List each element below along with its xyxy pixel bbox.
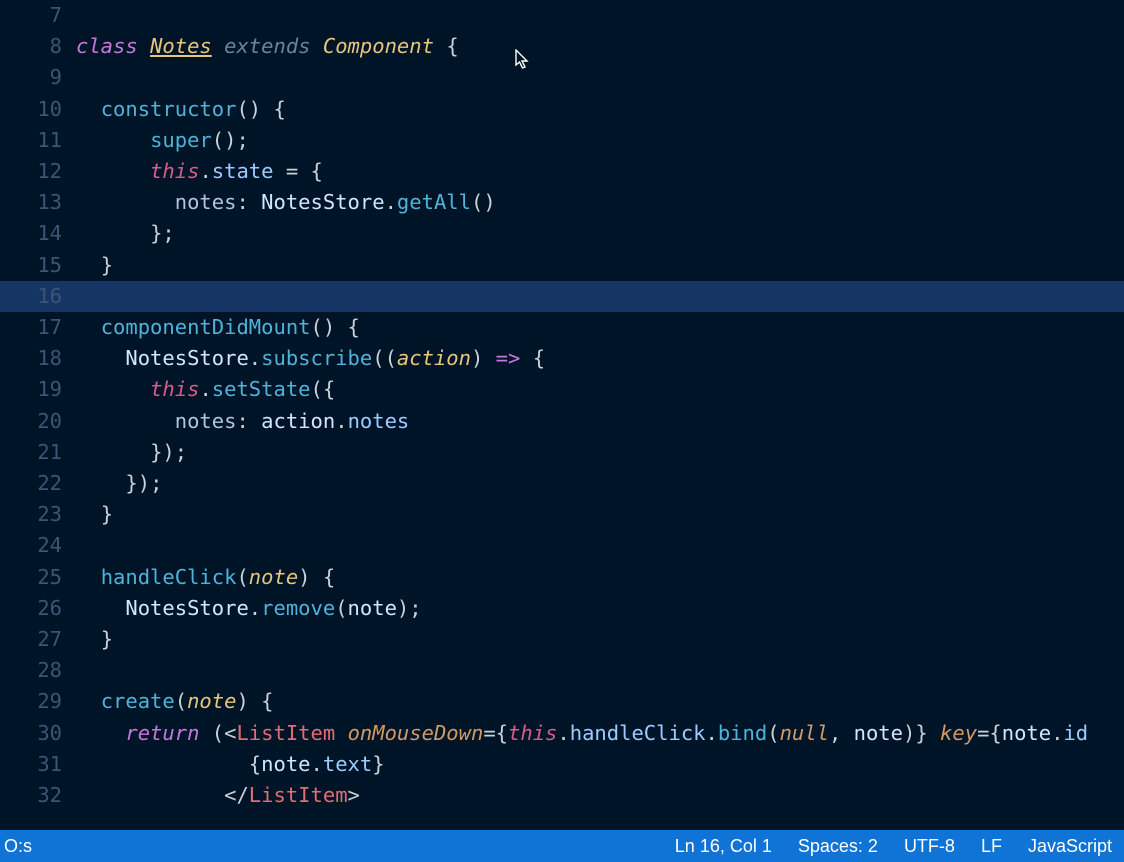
code-content[interactable]: } [76,499,1124,530]
code-content[interactable]: </ListItem> [76,780,1124,811]
code-line[interactable]: 21 }); [0,437,1124,468]
code-content[interactable]: this.setState({ [76,374,1124,405]
code-line[interactable]: 30 return (<ListItem onMouseDown={this.h… [0,718,1124,749]
line-number: 28 [0,655,76,686]
line-number: 11 [0,125,76,156]
line-number: 21 [0,437,76,468]
code-line[interactable]: 11 super(); [0,125,1124,156]
line-number: 19 [0,374,76,405]
line-number: 18 [0,343,76,374]
line-number: 17 [0,312,76,343]
status-left-indicator[interactable]: O:s [4,836,32,856]
code-line[interactable]: 27 } [0,624,1124,655]
code-line[interactable]: 10 constructor() { [0,94,1124,125]
status-indent[interactable]: Spaces: 2 [798,836,878,857]
line-number: 10 [0,94,76,125]
code-content[interactable]: NotesStore.remove(note); [76,593,1124,624]
code-content[interactable]: }); [76,468,1124,499]
code-content[interactable]: NotesStore.subscribe((action) => { [76,343,1124,374]
code-line[interactable]: 32 </ListItem> [0,780,1124,811]
code-line[interactable]: 25 handleClick(note) { [0,562,1124,593]
line-number: 26 [0,593,76,624]
code-line[interactable]: 15 } [0,250,1124,281]
code-line[interactable]: 8 class Notes extends Component { [0,31,1124,62]
line-number: 8 [0,31,76,62]
code-line[interactable]: 28 [0,655,1124,686]
line-number: 22 [0,468,76,499]
code-line[interactable]: 24 [0,530,1124,561]
line-number: 31 [0,749,76,780]
line-number: 25 [0,562,76,593]
code-line[interactable]: 13 notes: NotesStore.getAll() [0,187,1124,218]
code-line[interactable]: 29 create(note) { [0,686,1124,717]
line-number: 30 [0,718,76,749]
code-content[interactable]: notes: action.notes [76,406,1124,437]
code-content[interactable]: {note.text} [76,749,1124,780]
line-number: 23 [0,499,76,530]
code-content[interactable]: super(); [76,125,1124,156]
code-content[interactable]: class Notes extends Component { [76,31,1124,62]
code-line[interactable]: 31 {note.text} [0,749,1124,780]
editor-area[interactable]: 7 8 class Notes extends Component { 9 10… [0,0,1124,830]
code-content[interactable]: return (<ListItem onMouseDown={this.hand… [76,718,1124,749]
line-number: 32 [0,780,76,811]
code-line[interactable]: 9 [0,62,1124,93]
code-content[interactable]: } [76,624,1124,655]
code-content[interactable]: componentDidMount() { [76,312,1124,343]
line-number: 16 [0,281,76,312]
code-content[interactable]: handleClick(note) { [76,562,1124,593]
code-line[interactable]: 19 this.setState({ [0,374,1124,405]
code-line[interactable]: 23 } [0,499,1124,530]
line-number: 15 [0,250,76,281]
status-language[interactable]: JavaScript [1028,836,1112,857]
line-number: 12 [0,156,76,187]
code-line[interactable]: 14 }; [0,218,1124,249]
code-line[interactable]: 26 NotesStore.remove(note); [0,593,1124,624]
code-content[interactable]: }; [76,218,1124,249]
line-number: 27 [0,624,76,655]
code-content[interactable]: notes: NotesStore.getAll() [76,187,1124,218]
code-line-current[interactable]: 16 [0,281,1124,312]
line-number: 9 [0,62,76,93]
line-number: 29 [0,686,76,717]
code-line[interactable]: 12 this.state = { [0,156,1124,187]
code-content[interactable]: } [76,250,1124,281]
line-number: 20 [0,406,76,437]
line-number: 14 [0,218,76,249]
line-number: 13 [0,187,76,218]
line-number: 24 [0,530,76,561]
status-eol[interactable]: LF [981,836,1002,857]
code-content[interactable]: create(note) { [76,686,1124,717]
code-content[interactable]: }); [76,437,1124,468]
status-encoding[interactable]: UTF-8 [904,836,955,857]
code-line[interactable]: 17 componentDidMount() { [0,312,1124,343]
code-line[interactable]: 20 notes: action.notes [0,406,1124,437]
line-number: 7 [0,0,76,31]
code-line[interactable]: 18 NotesStore.subscribe((action) => { [0,343,1124,374]
code-content[interactable]: this.state = { [76,156,1124,187]
code-line[interactable]: 7 [0,0,1124,31]
status-bar: O:s Ln 16, Col 1 Spaces: 2 UTF-8 LF Java… [0,830,1124,862]
code-line[interactable]: 22 }); [0,468,1124,499]
status-cursor-position[interactable]: Ln 16, Col 1 [675,836,772,857]
code-content[interactable]: constructor() { [76,94,1124,125]
